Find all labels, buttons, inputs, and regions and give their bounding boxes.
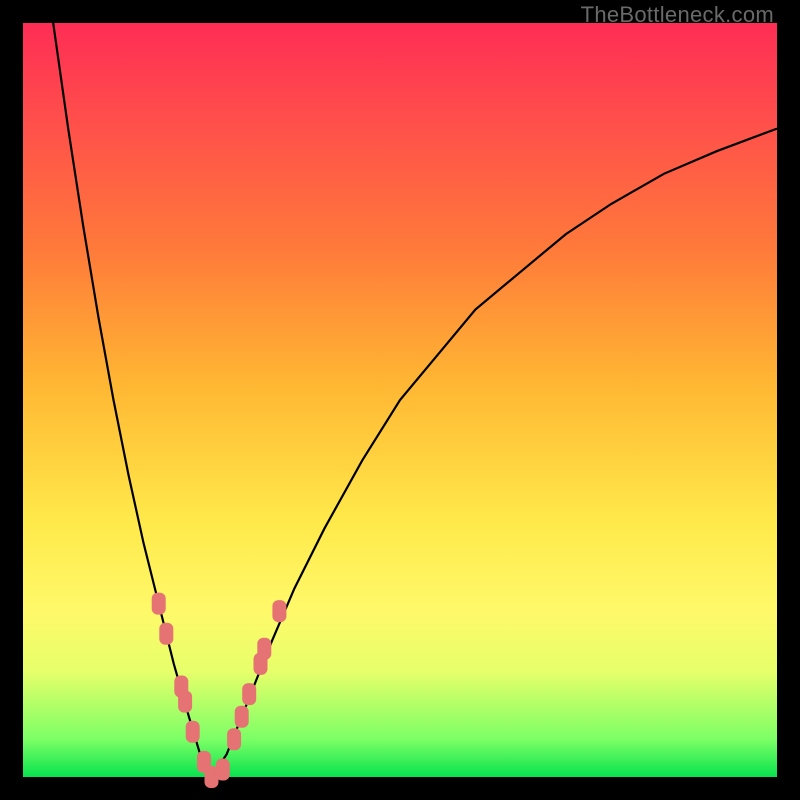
data-marker [242, 683, 256, 705]
data-marker [257, 638, 271, 660]
data-marker [178, 691, 192, 713]
bottleneck-curve-svg [23, 23, 777, 777]
curve-group [53, 23, 777, 777]
data-marker [216, 759, 230, 781]
data-marker [152, 593, 166, 615]
data-marker [227, 728, 241, 750]
right-branch-path [212, 129, 778, 777]
data-marker [235, 706, 249, 728]
data-marker [272, 600, 286, 622]
markers-group [152, 593, 287, 788]
data-marker [186, 721, 200, 743]
left-branch-path [53, 23, 211, 777]
data-marker [159, 623, 173, 645]
